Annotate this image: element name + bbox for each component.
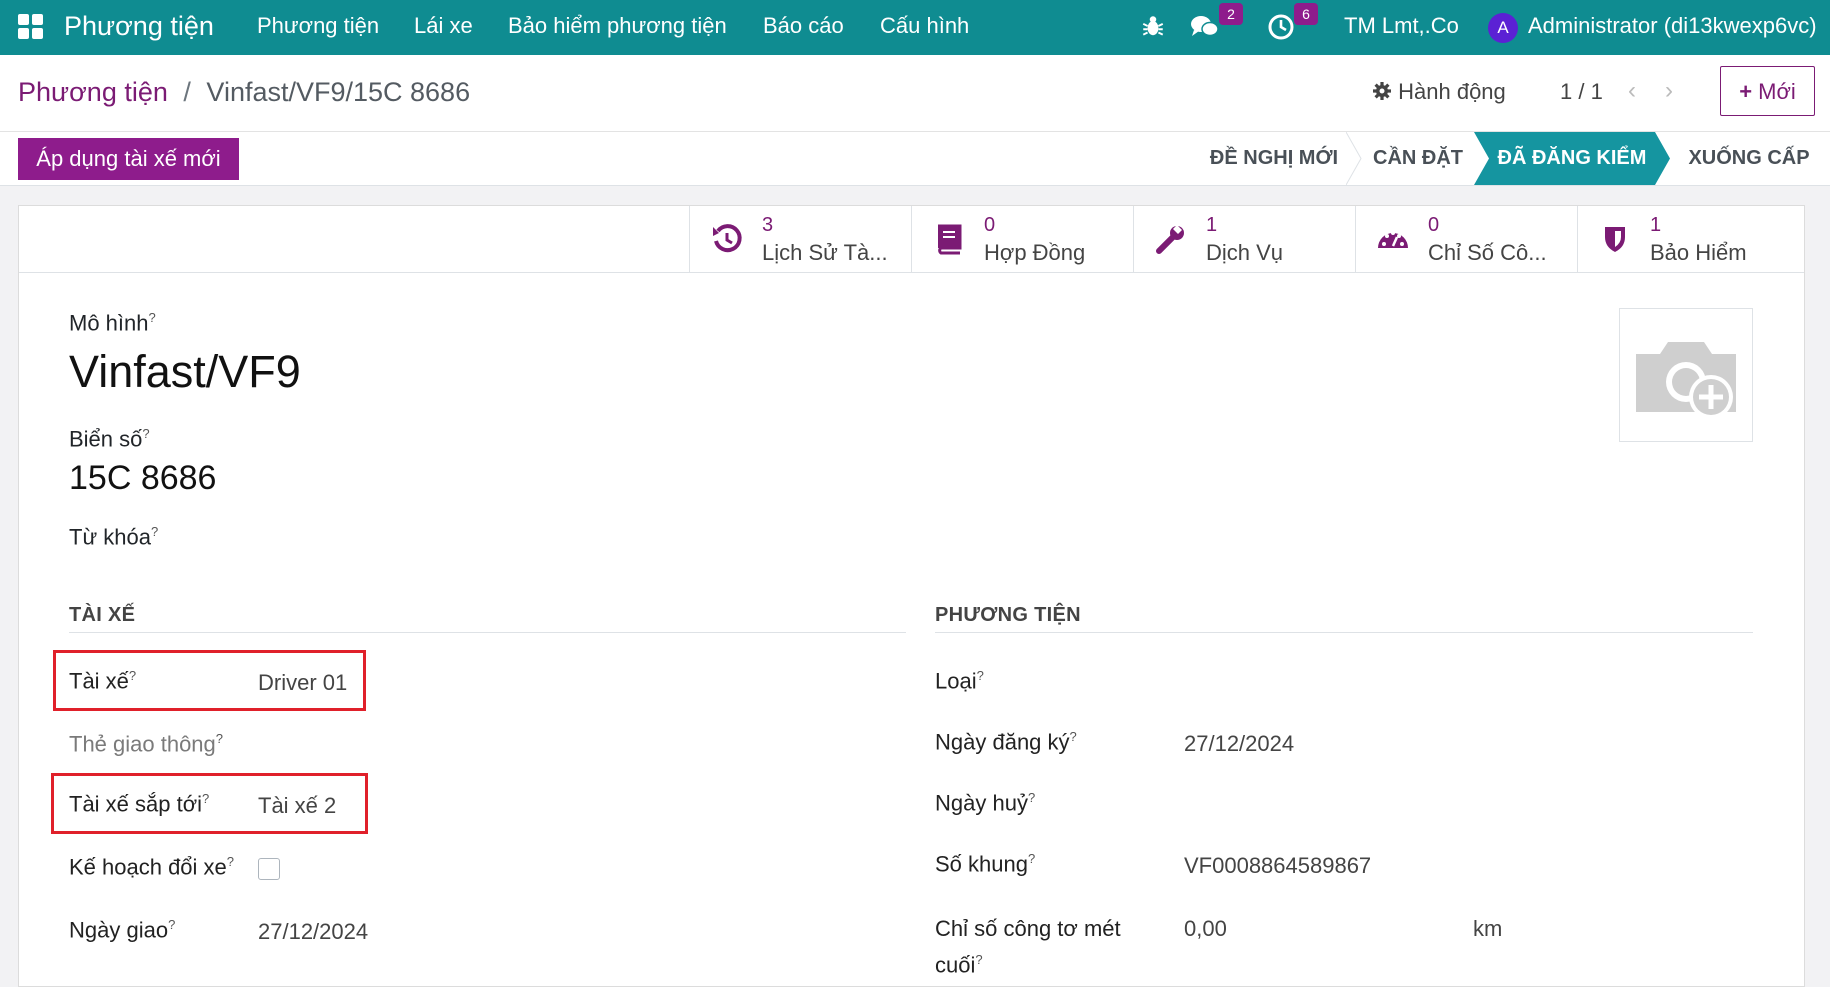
services-count: 1 bbox=[1206, 214, 1218, 236]
history-count: 3 bbox=[762, 214, 774, 236]
form-sheet: 3 Lịch Sử Tà... 0 Hợp Đồng 1 Dịch Vụ 0 C… bbox=[18, 205, 1805, 987]
services-label: Dịch Vụ bbox=[1206, 240, 1284, 265]
driver-section-title: TÀI XẾ bbox=[69, 604, 136, 626]
driver-label: Tài xế? bbox=[69, 668, 137, 694]
stage-separator bbox=[1346, 132, 1362, 185]
plate-value[interactable]: 15C 8686 bbox=[69, 459, 216, 498]
stage-new-request[interactable]: ĐỀ NGHỊ MỚI bbox=[1200, 132, 1348, 185]
insurance-label: Bảo Hiểm bbox=[1650, 240, 1747, 265]
bug-icon[interactable] bbox=[1140, 13, 1166, 39]
smart-buttons-row: 3 Lịch Sử Tà... 0 Hợp Đồng 1 Dịch Vụ 0 C… bbox=[19, 206, 1804, 273]
type-label: Loại? bbox=[935, 668, 984, 694]
plate-label: Biển số? bbox=[69, 426, 150, 452]
odometer-unit[interactable]: km bbox=[1473, 916, 1502, 942]
reg-date-label: Ngày đăng ký? bbox=[935, 729, 1077, 755]
pager-value[interactable]: 1 / 1 bbox=[1560, 79, 1603, 105]
plan-change-label: Kế hoạch đổi xe? bbox=[69, 854, 235, 880]
odometer-value[interactable]: 0,00 bbox=[1184, 916, 1227, 942]
menu-reports[interactable]: Báo cáo bbox=[763, 0, 844, 55]
vehicle-section-divider bbox=[935, 632, 1753, 633]
shield-icon bbox=[1605, 227, 1625, 252]
smart-button-contracts[interactable]: 0 Hợp Đồng bbox=[911, 206, 1134, 272]
activities-badge: 6 bbox=[1294, 3, 1318, 25]
cancel-date-label: Ngày huỷ? bbox=[935, 790, 1036, 816]
breadcrumb-current: Vinfast/VF9/15C 8686 bbox=[206, 77, 471, 107]
reg-date-value[interactable]: 27/12/2024 bbox=[1184, 731, 1294, 757]
smart-button-insurance[interactable]: 1 Bảo Hiểm bbox=[1577, 206, 1800, 272]
tags-label: Từ khóa? bbox=[69, 524, 159, 550]
apply-new-driver-button[interactable]: Áp dụng tài xế mới bbox=[18, 138, 239, 180]
odometer-field-label: Chỉ số công tơ mét cuối? bbox=[935, 916, 1121, 978]
breadcrumb-separator: / bbox=[183, 77, 191, 107]
stage-registered[interactable]: ĐÃ ĐĂNG KIỂM bbox=[1474, 132, 1670, 185]
user-menu[interactable]: Administrator (di13kwexp6vc) bbox=[1528, 0, 1817, 55]
driver-section-divider bbox=[69, 632, 906, 633]
stage-downgraded[interactable]: XUỐNG CẤP bbox=[1674, 132, 1824, 185]
plan-change-checkbox[interactable] bbox=[258, 858, 280, 880]
odometer-count: 0 bbox=[1428, 214, 1440, 236]
history-icon bbox=[713, 224, 742, 253]
new-button[interactable]: + Mới bbox=[1720, 66, 1815, 116]
new-button-label: Mới bbox=[1758, 79, 1796, 104]
book-icon bbox=[938, 224, 962, 255]
apps-grid-icon[interactable] bbox=[18, 14, 44, 40]
status-row: Áp dụng tài xế mới ĐỀ NGHỊ MỚI CẦN ĐẶT Đ… bbox=[0, 132, 1830, 186]
stage-to-order[interactable]: CẦN ĐẶT bbox=[1362, 132, 1474, 185]
tachometer-icon bbox=[1378, 231, 1408, 248]
menu-configuration[interactable]: Cấu hình bbox=[880, 0, 969, 55]
vehicle-section-title: PHƯƠNG TIỆN bbox=[935, 604, 1081, 626]
pager-prev-icon[interactable]: ‹ bbox=[1628, 77, 1636, 105]
odometer-label: Chỉ Số Cô... bbox=[1428, 240, 1547, 265]
chassis-value[interactable]: VF0008864589867 bbox=[1184, 853, 1371, 879]
chat-icon[interactable] bbox=[1190, 13, 1220, 41]
driver-value[interactable]: Driver 01 bbox=[258, 670, 347, 696]
chassis-label: Số khung? bbox=[935, 851, 1036, 877]
camera-add-icon bbox=[1636, 342, 1736, 419]
contracts-count: 0 bbox=[984, 214, 996, 236]
user-avatar[interactable]: A bbox=[1488, 13, 1518, 43]
pager-next-icon[interactable]: › bbox=[1665, 77, 1673, 105]
control-panel: Phương tiện / Vinfast/VF9/15C 8686 Hành … bbox=[0, 55, 1830, 132]
model-value[interactable]: Vinfast/VF9 bbox=[69, 346, 301, 398]
traffic-card-label: Thẻ giao thông? bbox=[69, 731, 224, 757]
top-navbar: Phương tiện Phương tiện Lái xe Bảo hiểm … bbox=[0, 0, 1830, 55]
wrench-icon bbox=[1156, 225, 1184, 254]
assign-date-value[interactable]: 27/12/2024 bbox=[258, 919, 368, 945]
assign-date-label: Ngày giao? bbox=[69, 917, 176, 943]
gear-icon bbox=[1373, 82, 1391, 100]
model-label: Mô hình? bbox=[69, 310, 156, 336]
future-driver-label: Tài xế sắp tới? bbox=[69, 791, 210, 817]
app-title[interactable]: Phương tiện bbox=[64, 0, 214, 55]
smart-button-odometer[interactable]: 0 Chỉ Số Cô... bbox=[1355, 206, 1578, 272]
insurance-count: 1 bbox=[1650, 214, 1662, 236]
messages-badge: 2 bbox=[1219, 3, 1243, 25]
menu-vehicles[interactable]: Phương tiện bbox=[257, 0, 379, 55]
future-driver-value[interactable]: Tài xế 2 bbox=[258, 793, 336, 819]
menu-insurance[interactable]: Bảo hiểm phương tiện bbox=[508, 0, 727, 55]
vehicle-image[interactable] bbox=[1619, 308, 1753, 442]
contracts-label: Hợp Đồng bbox=[984, 240, 1086, 265]
smart-button-history[interactable]: 3 Lịch Sử Tà... bbox=[689, 206, 912, 272]
breadcrumb-parent[interactable]: Phương tiện bbox=[18, 77, 168, 107]
actions-menu[interactable]: Hành động bbox=[1372, 79, 1506, 105]
actions-label: Hành động bbox=[1398, 79, 1506, 104]
history-label: Lịch Sử Tà... bbox=[762, 240, 888, 265]
menu-drivers[interactable]: Lái xe bbox=[414, 0, 473, 55]
clock-icon[interactable] bbox=[1266, 12, 1296, 42]
company-switcher[interactable]: TM Lmt,.Co bbox=[1344, 0, 1459, 55]
plus-icon: + bbox=[1739, 79, 1753, 104]
breadcrumb: Phương tiện / Vinfast/VF9/15C 8686 bbox=[18, 77, 470, 108]
smart-button-services[interactable]: 1 Dịch Vụ bbox=[1133, 206, 1356, 272]
